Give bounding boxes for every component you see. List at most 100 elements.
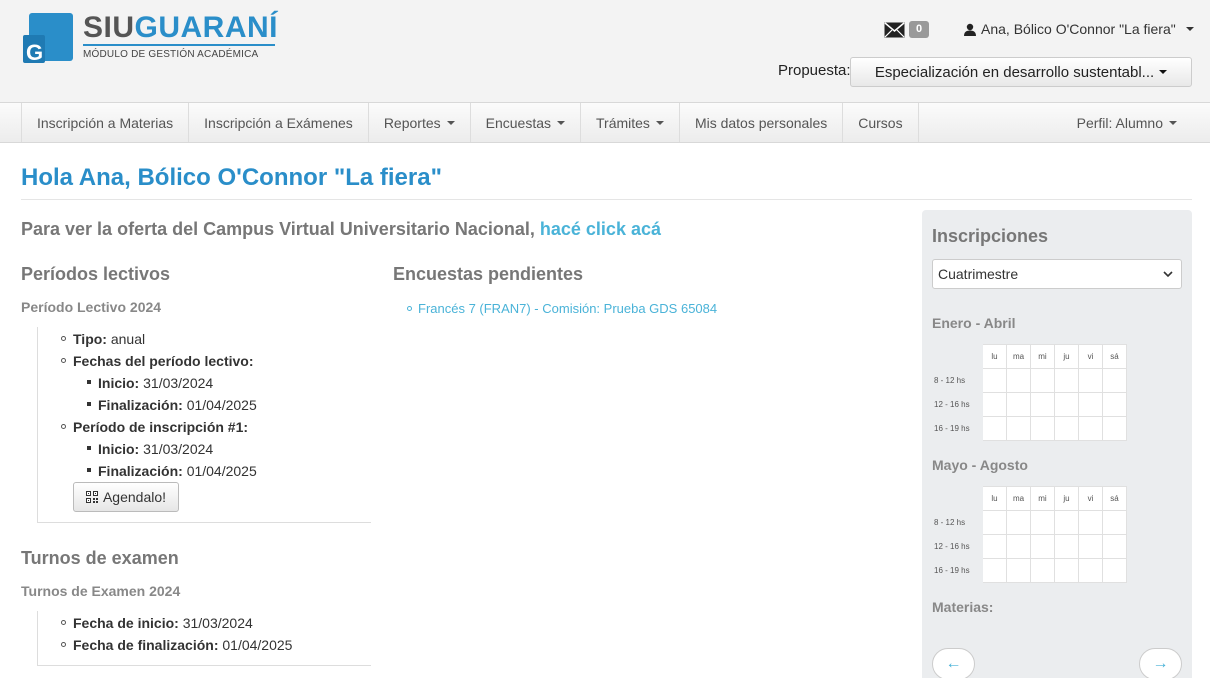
- insc-fin-label: Finalización:: [98, 463, 183, 479]
- bullet: [87, 468, 91, 472]
- tipo-row: Tipo: anual: [73, 331, 145, 347]
- grid-cell: [1030, 416, 1055, 441]
- insc-inicio-value: 31/03/2024: [143, 441, 214, 457]
- encuesta-item-link[interactable]: Francés 7 (FRAN7) - Comisión: Prueba GDS…: [418, 301, 717, 316]
- grid-cell: [1006, 510, 1031, 535]
- bullet: [61, 336, 66, 341]
- day-header: ju: [1054, 486, 1079, 511]
- grid-cell: [1078, 558, 1103, 583]
- nav-item-reportes[interactable]: Reportes: [367, 103, 470, 142]
- inscripciones-panel: Inscripciones Cuatrimestre Enero - Abril…: [922, 210, 1192, 678]
- fin-row: Finalización: 01/04/2025: [98, 397, 257, 413]
- day-header: mi: [1030, 486, 1055, 511]
- logo-underline: [83, 44, 275, 46]
- agendalo-label: Agendalo!: [102, 489, 167, 505]
- grid-cell: [1078, 534, 1103, 559]
- arrow-left-icon: ←: [945, 655, 962, 672]
- inscripcion-row: Período de inscripción #1:: [73, 419, 248, 435]
- arrow-right-icon: →: [1152, 655, 1169, 672]
- messages-button[interactable]: 0: [884, 21, 930, 38]
- grid-corner: [931, 344, 983, 369]
- nav-label: Trámites: [596, 114, 650, 131]
- grid-cell: [1102, 368, 1127, 393]
- grid-row: 16 - 19 hs: [931, 416, 1127, 441]
- grid-cell: [1030, 368, 1055, 393]
- day-header: lu: [982, 344, 1007, 369]
- periodo-select[interactable]: Cuatrimestre: [932, 259, 1182, 289]
- fechas-row: Fechas del período lectivo:: [73, 353, 254, 369]
- svg-text:G: G: [26, 40, 43, 65]
- turnos-fin-label: Fecha de finalización:: [73, 637, 219, 653]
- grid-cell: [1030, 534, 1055, 559]
- encuestas-title: Encuestas pendientes: [393, 264, 584, 284]
- grid-header-row: lu ma mi ju vi sá: [931, 344, 1127, 369]
- grid-cell: [1006, 416, 1031, 441]
- propuesta-dropdown[interactable]: Especialización en desarrollo sustentabl…: [850, 57, 1192, 87]
- grid-cell: [1102, 392, 1127, 417]
- day-header: mi: [1030, 344, 1055, 369]
- nav-item-mis-datos[interactable]: Mis datos personales: [678, 103, 842, 142]
- schedule-grid: lu ma mi ju vi sá 8 - 12 hs 12 - 16 hs 1…: [931, 344, 1127, 441]
- day-header: ma: [1006, 486, 1031, 511]
- hour-label: 8 - 12 hs: [931, 510, 983, 535]
- next-button[interactable]: →: [1139, 648, 1182, 678]
- grid-row: 12 - 16 hs: [931, 392, 1127, 417]
- grid-cell: [1078, 416, 1103, 441]
- inicio-label: Inicio:: [98, 375, 140, 391]
- inicio-value: 31/03/2024: [143, 375, 214, 391]
- main-navbar: Inscripción a Materias Inscripción a Exá…: [0, 102, 1210, 143]
- agendalo-button[interactable]: Agendalo!: [73, 482, 179, 512]
- nav-label: Inscripción a Exámenes: [204, 114, 353, 131]
- nav-item-inscripcion-examenes[interactable]: Inscripción a Exámenes: [188, 103, 368, 142]
- campus-link[interactable]: hacé click acá: [540, 219, 661, 239]
- period-mayo-agosto: Mayo - Agosto: [932, 457, 1028, 473]
- panel-title: Inscripciones: [932, 226, 1049, 246]
- nav-item-cursos[interactable]: Cursos: [842, 103, 919, 142]
- periodo-subtitle: Período Lectivo 2024: [21, 299, 162, 315]
- campus-text: Para ver la oferta del Campus Virtual Un…: [21, 219, 535, 239]
- grid-corner: [931, 486, 983, 511]
- materias-label: Materias:: [932, 599, 994, 615]
- header: G SIUGUARANÍ MÓDULO DE GESTIÓN ACADÉMICA…: [0, 0, 1210, 102]
- page-title: Hola Ana, Bólico O'Connor "La fiera": [21, 164, 442, 191]
- chevron-down-icon: [1169, 120, 1177, 125]
- hour-label: 16 - 19 hs: [931, 416, 983, 441]
- schedule-grid: lu ma mi ju vi sá 8 - 12 hs 12 - 16 hs 1…: [931, 486, 1127, 583]
- hour-label: 12 - 16 hs: [931, 392, 983, 417]
- perfil-dropdown[interactable]: Perfil: Alumno: [1077, 103, 1177, 142]
- grid-cell: [1030, 510, 1055, 535]
- chevron-down-icon: [1163, 271, 1173, 278]
- tipo-value: anual: [110, 331, 146, 347]
- grid-cell: [982, 534, 1007, 559]
- bullet: [407, 306, 412, 311]
- hour-label: 16 - 19 hs: [931, 558, 983, 583]
- messages-count-badge: 0: [909, 21, 930, 38]
- grid-row: 16 - 19 hs: [931, 558, 1127, 583]
- prev-button[interactable]: ←: [932, 648, 975, 678]
- day-header: sá: [1102, 486, 1127, 511]
- nav-label: Inscripción a Materias: [37, 114, 174, 131]
- grid-header-row: lu ma mi ju vi sá: [931, 486, 1127, 511]
- grid-cell: [1102, 510, 1127, 535]
- day-header: vi: [1078, 486, 1103, 511]
- chevron-down-icon: [446, 120, 455, 125]
- chevron-down-icon: [655, 120, 664, 125]
- bullet: [61, 358, 66, 363]
- grid-cell: [1054, 392, 1079, 417]
- bullet: [87, 402, 91, 406]
- grid-cell: [1006, 392, 1031, 417]
- grid-cell: [982, 416, 1007, 441]
- turnos-inicio-label: Fecha de inicio:: [73, 615, 179, 631]
- grid-cell: [1054, 368, 1079, 393]
- chevron-down-icon: [1159, 70, 1168, 74]
- user-menu[interactable]: Ana, Bólico O'Connor "La fiera": [964, 21, 1194, 37]
- grid-cell: [982, 368, 1007, 393]
- fin-value: 01/04/2025: [186, 397, 257, 413]
- day-header: ju: [1054, 344, 1079, 369]
- turnos-title: Turnos de examen: [21, 548, 179, 568]
- nav-item-inscripcion-materias[interactable]: Inscripción a Materias: [21, 103, 188, 142]
- siu-guarani-logo[interactable]: G SIUGUARANÍ MÓDULO DE GESTIÓN ACADÉMICA: [21, 11, 281, 67]
- insc-fin-row: Finalización: 01/04/2025: [98, 463, 257, 479]
- nav-item-tramites[interactable]: Trámites: [580, 103, 679, 142]
- nav-item-encuestas[interactable]: Encuestas: [469, 103, 580, 142]
